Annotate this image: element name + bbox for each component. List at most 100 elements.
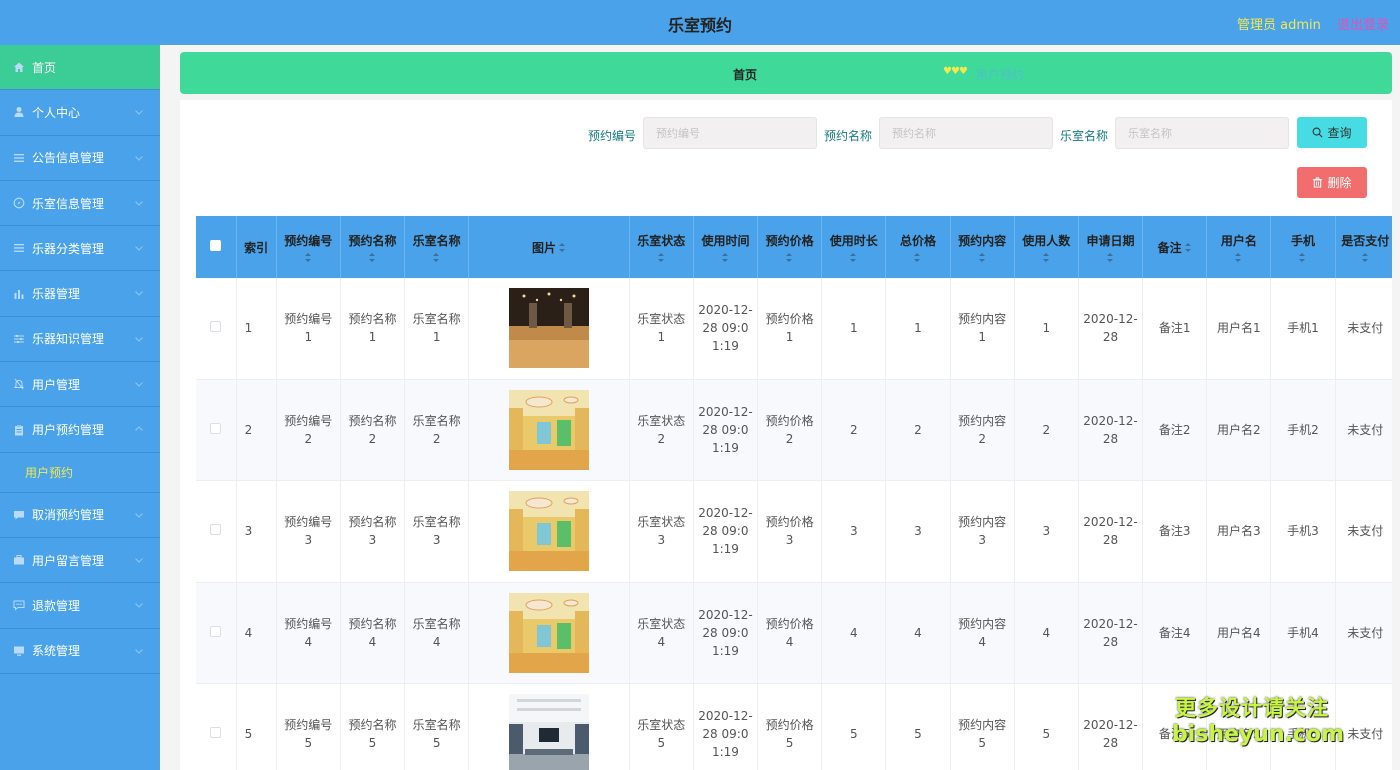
delete-button[interactable]: 删除: [1297, 167, 1367, 198]
sidebar-item-label: 系统管理: [32, 644, 81, 659]
sidebar-item-after-1[interactable]: 用户留言管理: [0, 538, 160, 584]
table-row[interactable]: 1 预约编号1 预约名称1 乐室名称1 乐室状态1 2020-12-28 09:01:19…: [196, 278, 1392, 380]
column-header[interactable]: 乐室名称: [404, 216, 470, 278]
select-all-cell[interactable]: [196, 216, 237, 278]
cell-price: 预约价格2: [757, 379, 823, 482]
query-button[interactable]: 查询: [1297, 117, 1367, 148]
sidebar-item-label: 乐器分类管理: [32, 241, 105, 256]
room-name-input[interactable]: [1115, 117, 1289, 149]
column-header[interactable]: 手机: [1270, 216, 1336, 278]
sort-icon[interactable]: [978, 253, 986, 262]
column-header-label: 图片: [531, 240, 556, 255]
cell-price: 预约价格4: [757, 582, 823, 685]
sidebar-item-after-3[interactable]: 系统管理: [0, 629, 160, 674]
sort-icon[interactable]: [850, 253, 857, 262]
cell-name: 预约名称1: [340, 278, 406, 380]
row-checkbox[interactable]: [210, 625, 222, 637]
cell-content: 预约内容4: [950, 582, 1015, 685]
search-label-booking-no: 预约编号: [588, 129, 637, 143]
sidebar-item-1[interactable]: 个人中心: [0, 90, 160, 136]
cell-price: 预约价格5: [757, 683, 823, 770]
cell-date: 2020-12-28: [1078, 278, 1144, 380]
sidebar-item-7[interactable]: 用户管理: [0, 362, 160, 408]
sort-icon[interactable]: [1042, 253, 1050, 262]
column-header[interactable]: 用户名: [1206, 216, 1272, 278]
sidebar-item-0[interactable]: 首页: [0, 45, 160, 91]
column-header[interactable]: 备注: [1142, 216, 1208, 278]
row-select-cell[interactable]: [196, 379, 237, 482]
sort-icon[interactable]: [1235, 253, 1242, 262]
row-checkbox[interactable]: [210, 423, 222, 435]
sort-icon[interactable]: [1361, 253, 1369, 262]
sidebar-item-2[interactable]: 公告信息管理: [0, 136, 160, 181]
chevron-down-icon: [135, 558, 143, 563]
table-row[interactable]: 3 预约编号3 预约名称3 乐室名称3 乐室状态3 2020-12-28 09:01:19…: [196, 480, 1392, 583]
sort-icon[interactable]: [558, 242, 566, 252]
column-header[interactable]: 使用时长: [821, 216, 887, 278]
cell-no: 预约编号2: [276, 379, 341, 482]
row-select-cell[interactable]: [196, 683, 237, 770]
row-select-cell[interactable]: [196, 278, 237, 380]
home-icon: [13, 61, 25, 73]
column-header[interactable]: 总价格: [885, 216, 951, 278]
column-header[interactable]: 预约编号: [276, 216, 341, 278]
cell-date: 2020-12-28: [1078, 379, 1144, 482]
sort-icon[interactable]: [368, 253, 376, 262]
sort-icon[interactable]: [914, 253, 921, 262]
column-header-label: 用户名: [1220, 234, 1257, 248]
sidebar-item-3[interactable]: 乐室信息管理: [0, 181, 160, 227]
column-header[interactable]: 是否支付: [1335, 216, 1392, 278]
row-select-cell[interactable]: [196, 480, 237, 583]
sidebar-item-5[interactable]: 乐器管理: [0, 271, 160, 317]
breadcrumb-home[interactable]: 首页: [733, 66, 757, 83]
cell-date: 2020-12-28: [1078, 480, 1144, 583]
cell-no: 预约编号5: [276, 683, 341, 770]
sort-icon[interactable]: [433, 253, 440, 262]
cell-index: 1: [236, 278, 277, 380]
row-checkbox[interactable]: [210, 727, 222, 739]
sort-icon[interactable]: [1184, 242, 1192, 252]
column-header[interactable]: 预约名称: [340, 216, 406, 278]
sidebar-item-6[interactable]: 乐器知识管理: [0, 317, 160, 363]
booking-name-input[interactable]: [879, 117, 1053, 149]
cell-content: 预约内容1: [950, 278, 1015, 380]
breadcrumb: 首页 ♥♥♥ 用户预约: [180, 52, 1392, 94]
person-icon: [13, 106, 25, 118]
column-header[interactable]: 申请日期: [1078, 216, 1144, 278]
sidebar-item-after-2[interactable]: 退款管理: [0, 583, 160, 629]
sidebar-item-label: 乐室信息管理: [32, 196, 105, 211]
sidebar-item-label: 取消预约管理: [32, 508, 105, 523]
column-header[interactable]: 预约价格: [757, 216, 823, 278]
column-header[interactable]: 乐室状态: [629, 216, 694, 278]
cell-content: 预约内容3: [950, 480, 1015, 583]
sort-icon[interactable]: [304, 253, 312, 262]
sort-icon[interactable]: [721, 253, 729, 262]
sort-icon[interactable]: [1299, 253, 1306, 262]
column-header[interactable]: 图片: [468, 216, 630, 278]
logout-link[interactable]: 退出登录: [1337, 14, 1389, 33]
row-select-cell[interactable]: [196, 582, 237, 685]
cell-status: 乐室状态3: [629, 480, 694, 583]
sort-icon[interactable]: [1106, 253, 1114, 262]
column-header-label: 乐室名称: [412, 234, 461, 248]
table-row[interactable]: 4 预约编号4 预约名称4 乐室名称4 乐室状态4 2020-12-28 09:01:19…: [196, 582, 1392, 685]
sort-icon[interactable]: [786, 253, 793, 262]
sidebar-item-label: 个人中心: [32, 105, 81, 120]
sort-icon[interactable]: [657, 253, 665, 262]
cell-people: 5: [1014, 683, 1079, 770]
row-checkbox[interactable]: [210, 321, 222, 333]
sidebar-item-8[interactable]: 用户预约管理: [0, 407, 160, 453]
table-row[interactable]: 2 预约编号2 预约名称2 乐室名称2 乐室状态2 2020-12-28 09:01:19…: [196, 379, 1392, 482]
select-all-checkbox[interactable]: [210, 240, 222, 251]
booking-no-input[interactable]: [643, 117, 817, 149]
sidebar-item-after-0[interactable]: 取消预约管理: [0, 493, 160, 538]
column-header[interactable]: 使用人数: [1014, 216, 1079, 278]
row-checkbox[interactable]: [210, 524, 222, 536]
cell-image: [468, 683, 630, 770]
sidebar-subitem-user-booking[interactable]: 用户预约: [0, 453, 160, 493]
sidebar-item-4[interactable]: 乐器分类管理: [0, 226, 160, 272]
chat-icon: [13, 509, 25, 521]
column-header[interactable]: 预约内容: [950, 216, 1015, 278]
column-header[interactable]: 使用时间: [693, 216, 759, 278]
watermark-line1: 更多设计请关注: [1175, 696, 1329, 720]
